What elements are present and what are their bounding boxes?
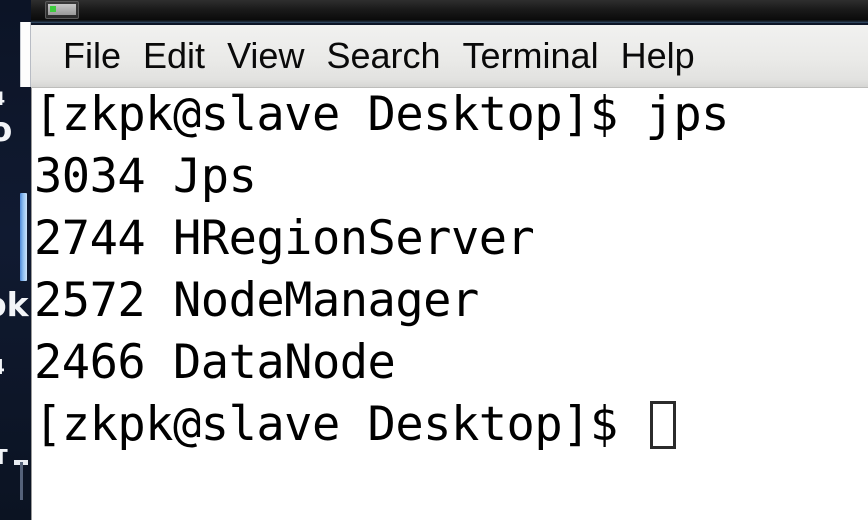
terminal-window: File Edit View Search Terminal Help [zkp… <box>31 0 868 520</box>
background-selection-bar-secondary <box>21 355 26 415</box>
menu-item-search[interactable]: Search <box>315 38 451 74</box>
background-window-edge <box>20 22 31 87</box>
terminal-line-text: 2744 HRegionServer <box>34 211 535 266</box>
menu-item-file[interactable]: File <box>52 38 132 74</box>
terminal-line: 2466 DataNode <box>34 332 868 394</box>
terminal-icon-prompt <box>50 6 56 12</box>
screenshot-root: 4 o ok 4 T File Edit View Search Termina… <box>0 0 868 520</box>
menubar: File Edit View Search Terminal Help <box>31 25 868 88</box>
terminal-line-text: [zkpk@slave Desktop]$ jps <box>34 88 729 142</box>
background-text-fragment: ok <box>0 285 29 324</box>
terminal-output-area[interactable]: [zkpk@slave Desktop]$ jps 3034 Jps 2744 … <box>31 88 868 520</box>
terminal-icon <box>45 1 79 19</box>
background-text-fragment: o <box>0 110 13 150</box>
terminal-line-text: 2572 NodeManager <box>34 273 479 328</box>
terminal-line-text: 3034 Jps <box>34 149 257 204</box>
terminal-line-text: [zkpk@slave Desktop]$ <box>34 397 646 452</box>
terminal-line: 2572 NodeManager <box>34 270 868 332</box>
terminal-line: 2744 HRegionServer <box>34 208 868 270</box>
menu-item-terminal[interactable]: Terminal <box>452 38 610 74</box>
menu-item-edit[interactable]: Edit <box>132 38 216 74</box>
terminal-line-prompt: [zkpk@slave Desktop]$ <box>34 394 868 456</box>
background-tick-stem <box>20 462 23 500</box>
menu-item-view[interactable]: View <box>216 38 315 74</box>
window-titlebar[interactable] <box>31 0 868 23</box>
background-text-fragment: 4 <box>0 355 5 379</box>
terminal-lines: [zkpk@slave Desktop]$ jps 3034 Jps 2744 … <box>34 88 868 456</box>
background-selection-bar <box>20 193 27 281</box>
terminal-line-text: 2466 DataNode <box>34 335 396 390</box>
menu-item-help[interactable]: Help <box>610 38 706 74</box>
background-text-fragment: 4 <box>0 88 5 110</box>
terminal-line: 3034 Jps <box>34 146 868 208</box>
terminal-line: [zkpk@slave Desktop]$ jps <box>34 88 868 146</box>
background-text-fragment: T <box>0 445 8 469</box>
terminal-cursor <box>649 401 676 449</box>
